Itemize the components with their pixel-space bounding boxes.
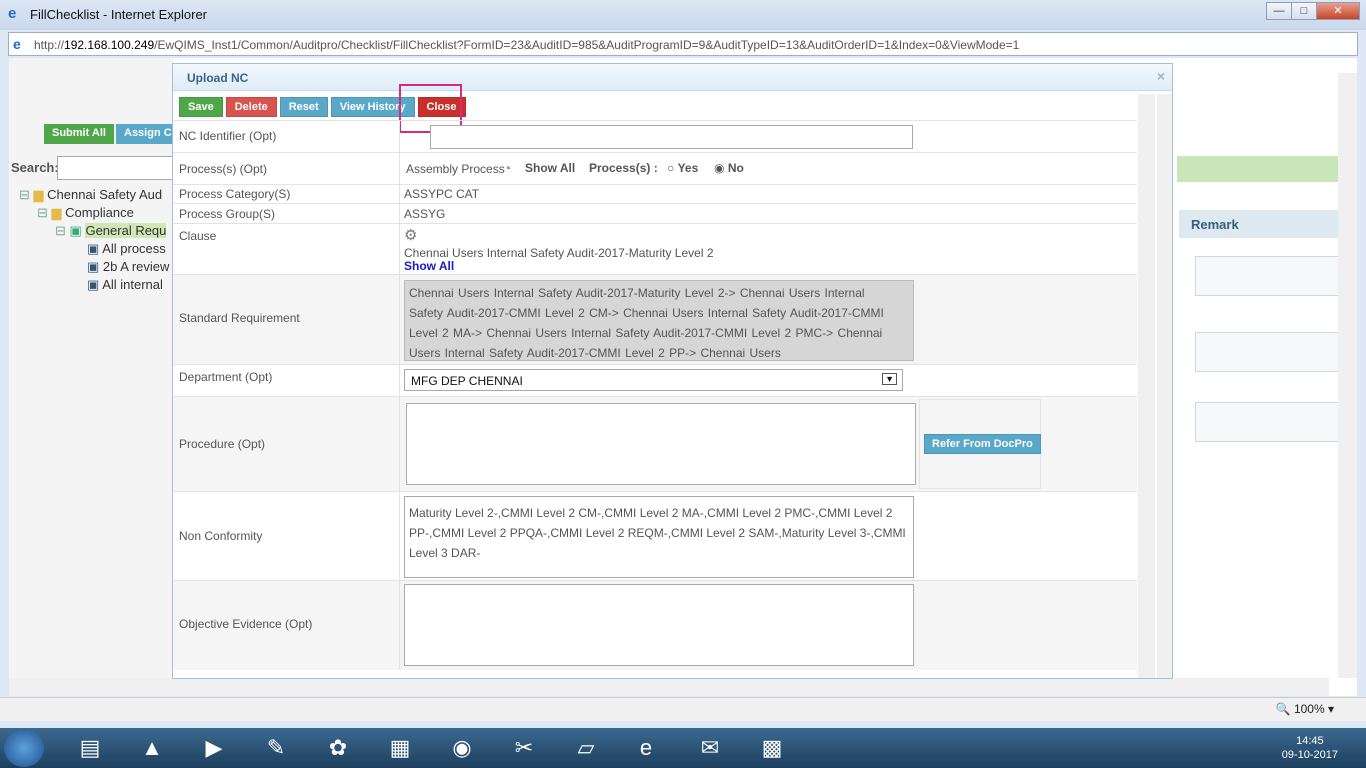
dialog-close-icon[interactable]: × [1157,68,1165,84]
close-window-button[interactable]: ✕ [1316,2,1360,20]
dialog-outer-scrollbar[interactable] [1157,94,1172,678]
vlc-icon[interactable]: ▲ [124,730,180,766]
field-label: Department (Opt) [179,370,273,384]
chrome-icon[interactable]: ◉ [434,730,490,766]
radio-yes[interactable]: ○ Yes [667,161,698,175]
non-conformity-textarea[interactable]: Maturity Level 2-,CMMI Level 2 CM-,CMMI … [404,496,914,578]
form-row: NC Identifier (Opt) [173,120,1137,152]
remark-column-header: Remark [1179,210,1339,238]
page-icon: e [13,36,21,52]
assign-button[interactable]: Assign C [116,124,176,144]
field-label: Non Conformity [179,529,263,543]
start-button[interactable] [4,729,44,767]
remark-input[interactable] [1195,256,1341,296]
outlook-icon[interactable]: ✉ [682,730,738,766]
maximize-button[interactable]: □ [1291,2,1317,20]
field-label: Process Category(S) [179,187,291,201]
clause-picker-icon[interactable]: ⚙ [404,226,417,244]
form-row: Objective Evidence (Opt) [173,580,1137,670]
process-category-value: ASSYPC CAT [404,187,480,201]
refer-from-docpro-button[interactable]: Refer From DocPro [924,434,1041,454]
internet-explorer-icon[interactable]: e [618,730,674,766]
field-label: Process(s) (Opt) [179,162,268,176]
tree-node[interactable]: ⊟ ▆ Compliance [19,204,169,222]
system-clock[interactable]: 14:45 09-10-2017 [1282,734,1338,762]
paint-icon[interactable]: ✿ [310,730,366,766]
upload-nc-dialog: Upload NC × Save Delete Reset View Histo… [172,63,1173,679]
tree-node[interactable]: ▣ 2b A review [19,258,169,276]
field-label: Procedure (Opt) [179,437,266,451]
taskbar: ▤ ▲ ▶ ✎ ✿ ▦ ◉ ✂ ▱ e ✉ ▩ 14:45 09-10-2017 [0,728,1366,768]
window-titlebar: e FillChecklist - Internet Explorer — □ … [0,0,1366,30]
delete-button[interactable]: Delete [225,97,277,117]
minimize-button[interactable]: — [1266,2,1292,20]
form-row: Clause ⚙ Chennai Users Internal Safety A… [173,223,1137,274]
form-row: Department (Opt) MFG DEP CHENNAI ▼ [173,364,1137,396]
notepad-icon[interactable]: ✎ [248,730,304,766]
search-label: Search: [11,160,59,175]
form-row: Process(s) (Opt) Assembly Process ◔ Show… [173,152,1137,184]
submit-all-button[interactable]: Submit All [44,124,114,144]
objective-evidence-textarea[interactable] [404,584,914,666]
clause-show-all-link[interactable]: Show All [404,259,454,273]
remark-input[interactable] [1195,332,1341,372]
zoom-level[interactable]: 🔍 100% ▾ [1276,702,1334,716]
page-vertical-scrollbar[interactable] [1338,73,1357,678]
field-label: NC Identifier (Opt) [179,129,277,143]
notes-icon[interactable]: ▱ [558,730,614,766]
dialog-title: Upload NC [187,71,249,85]
browser-statusbar: 🔍 100% ▾ [0,697,1366,721]
process-picker-icon[interactable]: ◔ [503,160,511,176]
procedure-textarea[interactable] [406,403,916,485]
address-url[interactable]: http://192.168.100.249/EwQIMS_Inst1/Comm… [34,38,1019,52]
process-value: Assembly Process [406,162,505,176]
reset-button[interactable]: Reset [279,97,328,117]
form-row: Non Conformity Maturity Level 2-,CMMI Le… [173,491,1137,580]
form-row: Standard Requirement Chennai Users Inter… [173,274,1137,364]
window-title: FillChecklist - Internet Explorer [30,7,207,22]
process-radio-label: Process(s) : [589,161,658,175]
form-row: Procedure (Opt) Refer From DocPro [173,396,1137,491]
field-label: Standard Requirement [179,311,300,325]
header-bar [1177,156,1339,182]
nc-identifier-input[interactable] [430,125,913,149]
save-button[interactable]: Save [179,97,223,117]
form-row: Process Category(S) ASSYPC CAT [173,184,1137,203]
snipping-tool-icon[interactable]: ✂ [496,730,552,766]
explorer-icon[interactable]: ▤ [62,730,118,766]
process-show-all-link[interactable]: Show All [525,161,575,175]
app-icon[interactable]: ▦ [372,730,428,766]
remark-input[interactable] [1195,402,1341,442]
search-input[interactable] [57,156,177,180]
clause-value: Chennai Users Internal Safety Audit-2017… [404,246,714,260]
standard-requirement-textarea[interactable]: Chennai Users Internal Safety Audit-2017… [404,280,914,361]
process-group-value: ASSYG [404,207,446,221]
field-label: Objective Evidence (Opt) [179,617,313,631]
checklist-tree: ⊟ ▆ Chennai Safety Aud ⊟ ▆ Compliance ⊟ … [19,186,169,294]
field-label: Process Group(S) [179,207,276,221]
media-player-icon[interactable]: ▶ [186,730,242,766]
left-panel [9,58,174,678]
internet-explorer-icon: e [8,5,17,22]
tree-node[interactable]: ▣ All internal [19,276,169,294]
tree-node[interactable]: ⊟ ▆ Chennai Safety Aud [19,186,169,204]
field-label: Clause [179,229,217,243]
dialog-header: Upload NC × [173,64,1172,91]
tree-node[interactable]: ⊟ ▣ General Requ [19,222,169,240]
excel-icon[interactable]: ▩ [744,730,800,766]
dialog-scrollbar[interactable] [1138,94,1155,678]
page-horizontal-scrollbar[interactable] [9,678,1329,696]
chevron-down-icon: ▼ [882,373,897,385]
department-select[interactable]: MFG DEP CHENNAI ▼ [404,369,903,391]
form-row: Process Group(S) ASSYG [173,203,1137,223]
radio-no[interactable]: ◉ No [714,161,744,175]
tree-node[interactable]: ▣ All process [19,240,169,258]
address-bar[interactable]: e http://192.168.100.249/EwQIMS_Inst1/Co… [8,32,1358,56]
